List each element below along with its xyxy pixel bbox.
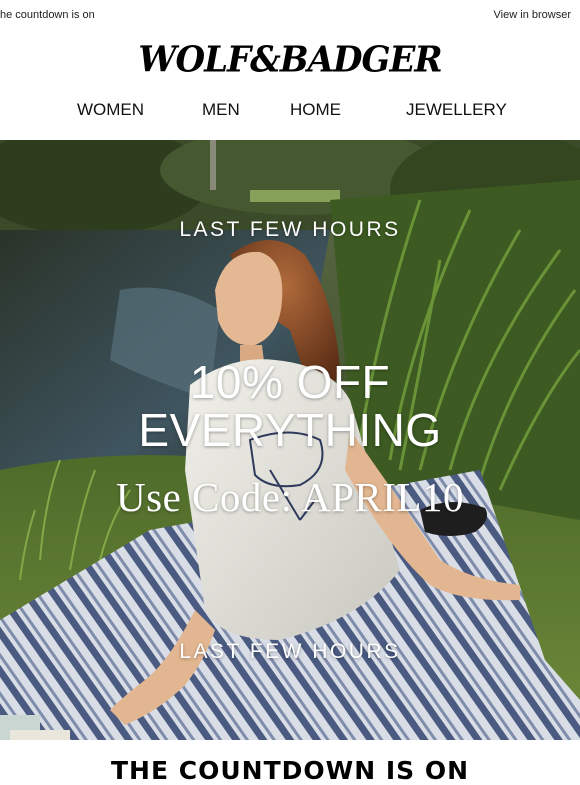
nav-item-men[interactable]: MEN [202,100,240,120]
preheader-text: he countdown is on [0,9,95,21]
main-nav: WOMEN MEN HOME JEWELLERY [0,98,580,124]
hero-headline-line1: 10% OFF [189,356,391,408]
section-heading: THE COUNTDOWN IS ON [110,756,470,785]
view-in-browser-link[interactable]: View in browser [494,9,571,21]
hero-headline-line2: EVERYTHING [138,404,442,456]
hero-kicker-top: LAST FEW HOURS [179,218,401,241]
hero-banner[interactable]: LAST FEW HOURS 10% OFF EVERYTHING Use Co… [0,140,580,740]
hero-promo-code: Use Code: APRIL10 [116,474,464,520]
brand-logo[interactable]: WOLF&BADGER [0,39,580,81]
nav-item-home[interactable]: HOME [290,100,341,120]
nav-item-women[interactable]: WOMEN [77,100,144,120]
preheader: he countdown is on View in browser [0,0,580,30]
nav-item-jewellery[interactable]: JEWELLERY [406,100,507,120]
hero-kicker-bottom: LAST FEW HOURS [179,640,401,663]
